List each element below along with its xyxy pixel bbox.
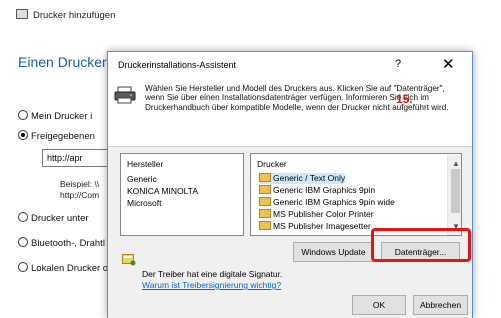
printer-driver-icon [259,209,271,218]
printer-model-item[interactable]: Generic IBM Graphics 9pin [259,185,375,196]
dialog-description: Wählen Sie Hersteller und Modell des Dru… [145,84,449,112]
signature-help-link[interactable]: Warum ist Treibersignierung wichtig? [142,280,281,290]
manufacturer-list-header: Hersteller [127,159,164,169]
printer-driver-icon [259,221,271,230]
chevron-up-icon[interactable]: ▲ [452,159,460,168]
annotation-step-label: 15. [396,92,413,106]
windows-update-button[interactable]: Windows Update [293,242,374,262]
help-button[interactable]: ? [395,58,401,70]
radio-icon[interactable] [18,262,28,272]
annotation-highlight-box [371,228,471,262]
dialog-header: Wählen Sie Hersteller und Modell des Dru… [108,76,472,147]
printer-driver-icon [259,173,271,182]
manufacturer-item[interactable]: Microsoft [127,198,161,208]
option-tcpip[interactable]: Drucker unter [18,212,89,224]
printer-model-item[interactable]: MS Publisher Imagesetter [259,221,371,232]
manufacturer-item[interactable]: Generic [127,174,157,184]
printer-install-wizard-dialog: Druckerinstallations-Assistent ? ✕ Wähle… [107,51,473,318]
printer-driver-icon [259,197,271,206]
radio-icon[interactable] [18,237,28,247]
printer-model-item[interactable]: MS Publisher Color Printer [259,209,374,220]
option-bluetooth[interactable]: Bluetooth-, Drahtl [18,237,105,249]
dialog-body: Hersteller Generic KONICA MINOLTA Micros… [108,147,472,318]
printer-list-header: Drucker [257,159,287,169]
url-example: Beispiel: \\ http://Com [60,179,100,200]
dialog-title: Druckerinstallations-Assistent [118,60,237,70]
cancel-button[interactable]: Abbrechen [413,295,468,315]
radio-icon[interactable] [18,212,28,222]
scrollbar-thumb[interactable] [451,169,460,213]
signature-text: Der Treiber hat eine digitale Signatur. [142,269,283,279]
option-freigegeben[interactable]: Freigegebenen [18,130,95,142]
signed-driver-icon [122,254,136,266]
printer-icon [16,9,28,19]
printer-model-item[interactable]: Generic IBM Graphics 9pin wide [259,197,395,208]
printer-model-item[interactable]: Generic / Text Only [259,173,346,184]
window-title: Drucker hinzufügen [16,9,115,21]
option-mein-drucker[interactable]: Mein Drucker i [18,110,92,122]
window-title-text: Drucker hinzufügen [33,10,116,21]
radio-selected-icon[interactable] [18,130,28,140]
close-button[interactable]: ✕ [442,55,455,73]
printer-model-list[interactable]: Drucker Generic / Text Only Generic IBM … [250,153,462,236]
radio-icon[interactable] [18,110,28,120]
page-heading: Einen Drucker a [18,54,119,70]
manufacturer-item[interactable]: KONICA MINOLTA [127,186,198,196]
printer-wizard-icon [114,86,136,104]
printer-driver-icon [259,185,271,194]
option-lokal[interactable]: Lokalen Drucker o [18,262,108,274]
dialog-titlebar: Druckerinstallations-Assistent ? ✕ [108,52,472,76]
printer-list-scrollbar[interactable]: ▲ ▼ [447,155,461,235]
manufacturer-list[interactable]: Hersteller Generic KONICA MINOLTA Micros… [120,153,244,236]
ok-button[interactable]: OK [352,295,406,315]
